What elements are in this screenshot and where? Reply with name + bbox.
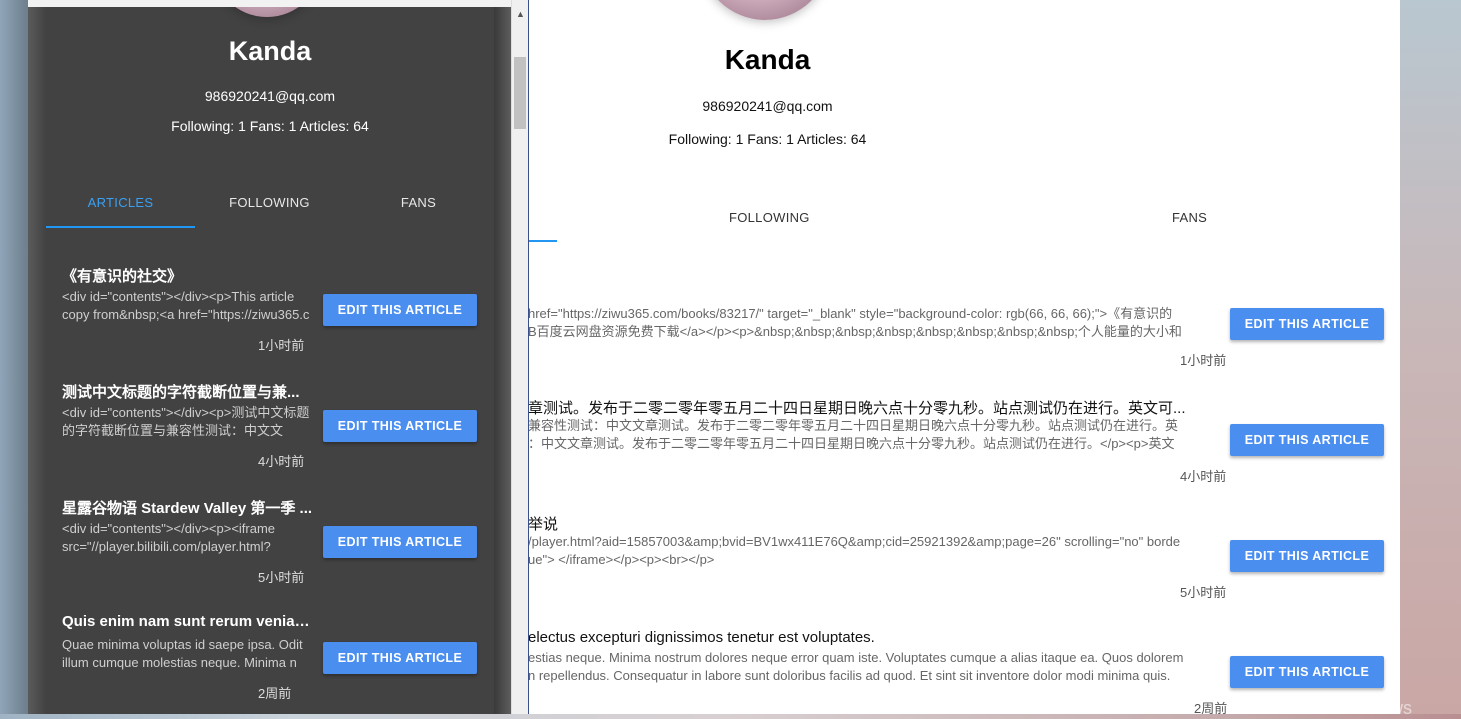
edit-article-button[interactable]: EDIT THIS ARTICLE (323, 642, 477, 674)
article-title[interactable]: 《有意识的社交》 (62, 265, 317, 287)
excerpt-line: n repellendus. Consequatur in labore sun… (528, 668, 1171, 683)
vertical-scrollbar[interactable]: ▲ (511, 0, 528, 714)
background-article-time: 4小时前 (1180, 469, 1227, 484)
profile-email: 986920241@qq.com (204, 88, 336, 104)
background-edit-article-button[interactable]: EDIT THIS ARTICLE (1230, 540, 1384, 572)
background-article-excerpt: estias neque. Minima nostrum dolores neq… (528, 649, 1228, 685)
user-avatar (212, 7, 322, 17)
edit-article-button[interactable]: EDIT THIS ARTICLE (323, 526, 477, 558)
tab-following[interactable]: FOLLOWING (195, 195, 344, 210)
tab-articles[interactable]: ARTICLES (46, 195, 195, 210)
background-article-title: 举说 (528, 516, 559, 533)
background-article-excerpt: 兼容性测试：中文文章测试。发布于二零二零年零五月二十四日星期日晚六点十分零九秒。… (528, 417, 1228, 453)
edit-article-button[interactable]: EDIT THIS ARTICLE (323, 294, 477, 326)
background-article-excerpt: href="https://ziwu365.com/books/83217/" … (528, 305, 1228, 341)
scroll-up-arrow-icon[interactable]: ▲ (512, 8, 528, 20)
article-title[interactable]: Quis enim nam sunt rerum veniam... (62, 613, 317, 635)
profile-name: Kanda (228, 36, 312, 66)
profile-panel: Kanda 986920241@qq.com Following: 1 Fans… (46, 7, 494, 714)
excerpt-line: ：中文文章测试。发布于二零二零年零五月二十四日星期日晚六点十分零九秒。站点测试仍… (528, 436, 1175, 451)
scroll-thumb[interactable] (514, 57, 526, 129)
background-edit-article-button[interactable]: EDIT THIS ARTICLE (1230, 656, 1384, 688)
background-tab-underline (528, 240, 557, 242)
active-tab-indicator (46, 226, 195, 228)
article-excerpt: <div id="contents"></div><p>测试中文标题的字符截断位… (62, 405, 310, 438)
window-top-bar (28, 0, 511, 7)
dark-profile-window: Kanda 986920241@qq.com Following: 1 Fans… (28, 0, 529, 714)
edit-article-button[interactable]: EDIT THIS ARTICLE (323, 410, 477, 442)
article-excerpt: Quae minima voluptas id saepe ipsa. Odit… (62, 637, 303, 670)
excerpt-line: /player.html?aid=15857003&amp;bvid=BV1wx… (528, 534, 1181, 549)
window-right-edge (494, 7, 511, 714)
excerpt-line: href="https://ziwu365.com/books/83217/" … (528, 306, 1173, 321)
background-tab-following[interactable]: FOLLOWING (729, 210, 810, 225)
profile-stats: Following: 1 Fans: 1 Articles: 64 (171, 118, 369, 134)
background-edit-article-button[interactable]: EDIT THIS ARTICLE (1230, 424, 1384, 456)
desktop-background-left (0, 0, 28, 714)
background-tab-fans[interactable]: FANS (1172, 210, 1207, 225)
article-time: 5小时前 (258, 570, 305, 585)
background-article-time: 5小时前 (1180, 585, 1227, 600)
excerpt-line: estias neque. Minima nostrum dolores neq… (528, 650, 1184, 665)
background-edit-article-button[interactable]: EDIT THIS ARTICLE (1230, 308, 1384, 340)
background-article-excerpt: /player.html?aid=15857003&amp;bvid=BV1wx… (528, 533, 1228, 569)
article-excerpt: <div id="contents"></div><p><iframe src=… (62, 521, 276, 554)
excerpt-line: ue"> </iframe></p><p><br></p> (528, 552, 715, 567)
background-avatar (700, 0, 830, 20)
background-article-title (528, 285, 1400, 305)
article-title[interactable]: 测试中文标题的字符截断位置与兼... (62, 381, 317, 403)
excerpt-line: B百度云网盘资源免费下载</a></p><p>&nbsp;&nbsp;&nbsp… (528, 324, 1182, 339)
desktop-background (1400, 0, 1461, 714)
excerpt-line: 兼容性测试：中文文章测试。发布于二零二零年零五月二十四日星期日晚六点十分零九秒。… (528, 418, 1179, 433)
background-article-title: 章测试。发布于二零二零年零五月二十四日星期日晚六点十分零九秒。站点测试仍在进行。… (528, 400, 1186, 417)
article-excerpt: <div id="contents"></div><p>This article… (62, 289, 310, 322)
article-time: 4小时前 (258, 454, 305, 469)
background-article-time: 1小时前 (1180, 353, 1227, 368)
article-time: 2周前 (258, 686, 292, 701)
tab-fans[interactable]: FANS (344, 195, 493, 210)
activate-windows-watermark: Activate Windows (1270, 698, 1413, 718)
article-title[interactable]: 星露谷物语 Stardew Valley 第一季 ... (62, 497, 317, 519)
background-article-time: 2周前 (1194, 701, 1228, 714)
background-article-title: electus excepturi dignissimos tenetur es… (528, 629, 875, 646)
window-left-edge (28, 7, 46, 714)
article-time: 1小时前 (258, 338, 305, 353)
